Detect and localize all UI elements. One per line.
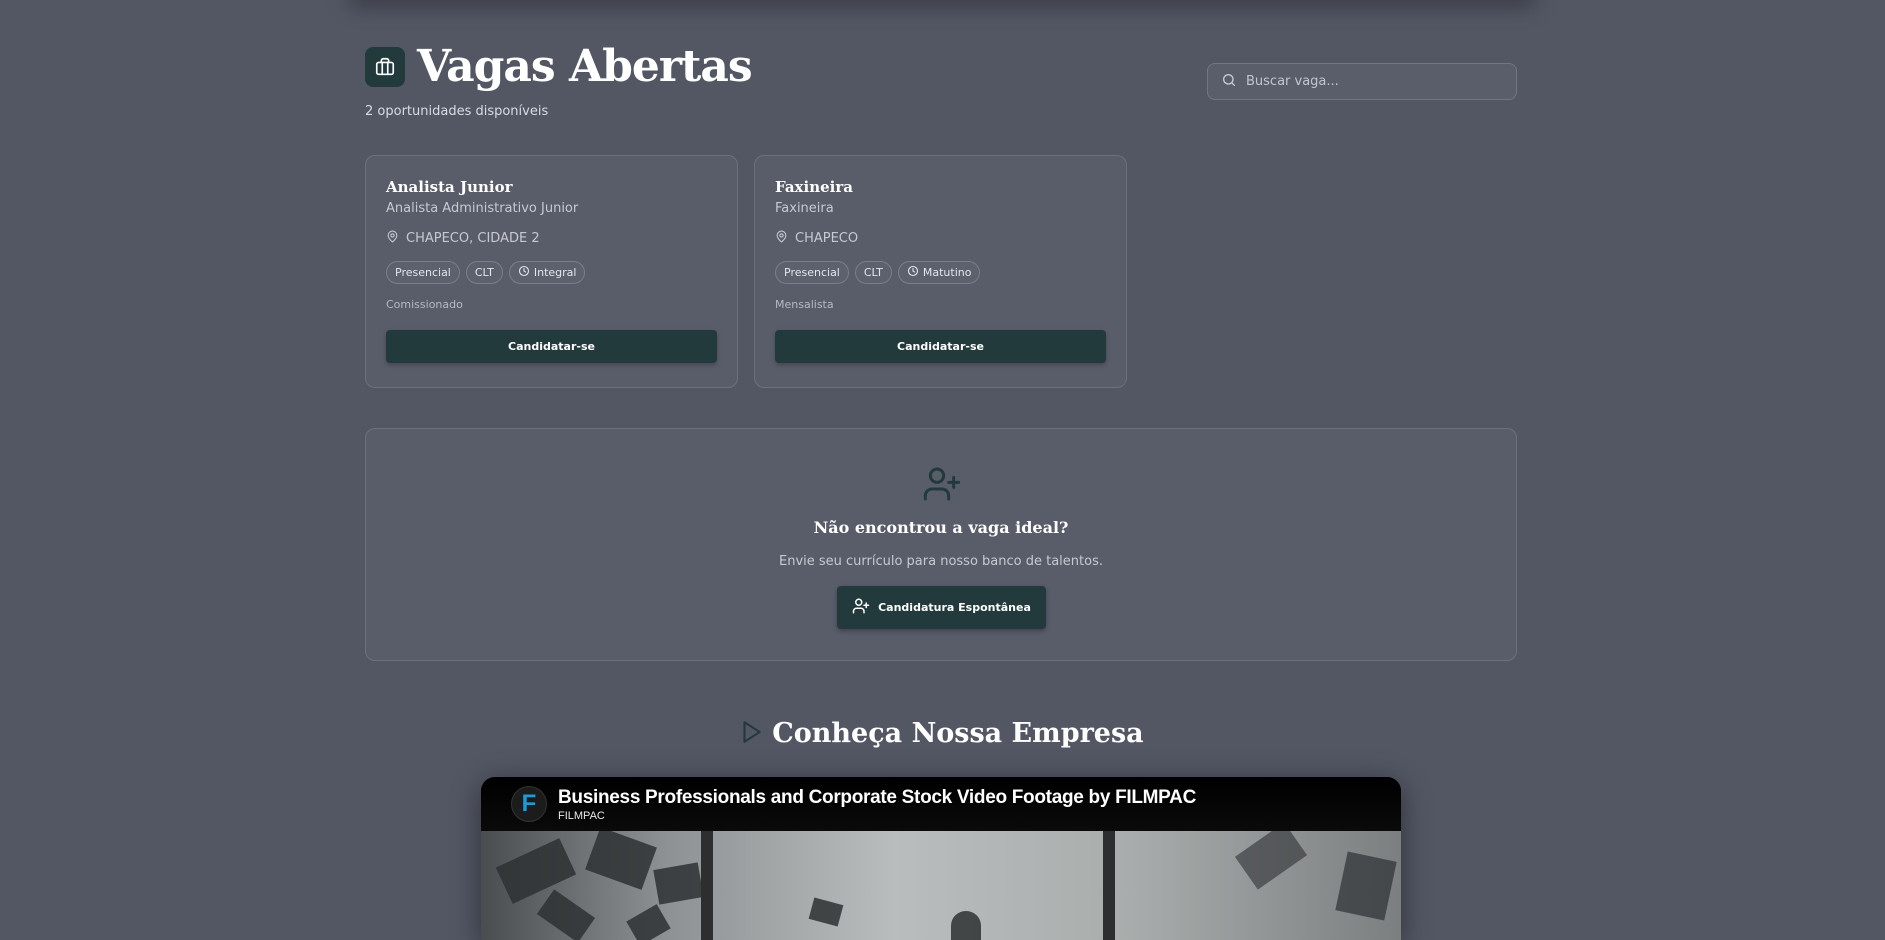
video-channel-name[interactable]: FILMPAC <box>558 810 1196 822</box>
flying-paper <box>495 838 577 904</box>
tag-work-mode: Presencial <box>386 261 460 284</box>
job-title: Analista Junior <box>386 178 513 196</box>
flying-paper <box>1335 851 1397 921</box>
job-title: Faxineira <box>775 178 853 196</box>
tag-work-mode: Presencial <box>775 261 849 284</box>
channel-avatar[interactable]: F <box>511 786 547 822</box>
opportunities-count: 2 oportunidades disponíveis <box>365 104 549 119</box>
search-input[interactable] <box>1246 74 1496 89</box>
tag-shift: Integral <box>508 261 586 284</box>
window-frame <box>701 831 713 940</box>
map-pin-icon <box>386 230 406 247</box>
play-icon <box>738 719 764 749</box>
job-card: Faxineira Faxineira CHAPECO Presencial C… <box>754 155 1127 388</box>
flying-paper <box>626 904 671 940</box>
clock-icon <box>907 265 923 280</box>
user-plus-icon <box>922 464 962 508</box>
video-info: Business Professionals and Corporate Sto… <box>558 787 1196 822</box>
clock-icon <box>518 265 534 280</box>
search-box[interactable] <box>1207 63 1517 100</box>
job-pay-type: Comissionado <box>386 298 463 311</box>
job-role: Faxineira <box>775 201 834 216</box>
flying-paper <box>536 889 596 940</box>
title-row: Vagas Abertas <box>365 41 753 92</box>
tag-shift-label: Matutino <box>922 266 972 279</box>
job-location-text: CHAPECO, CIDADE 2 <box>406 231 540 246</box>
job-location: CHAPECO, CIDADE 2 <box>386 230 717 247</box>
spontaneous-button-label: Candidatura Espontânea <box>878 601 1031 614</box>
company-video-player[interactable]: F Business Professionals and Corporate S… <box>481 777 1401 940</box>
video-title[interactable]: Business Professionals and Corporate Sto… <box>558 787 1196 809</box>
job-card: Analista Junior Analista Administrativo … <box>365 155 738 388</box>
map-pin-icon <box>775 230 795 247</box>
video-thumbnail <box>481 822 1401 940</box>
spontaneous-application-panel: Não encontrou a vaga ideal? Envie seu cu… <box>365 428 1517 661</box>
company-section-heading: Conheça Nossa Empresa <box>365 718 1517 749</box>
job-role: Analista Administrativo Junior <box>386 201 579 216</box>
video-title-bar: F Business Professionals and Corporate S… <box>481 777 1401 831</box>
page-header: Vagas Abertas 2 oportunidades disponívei… <box>365 44 1517 124</box>
person-silhouette <box>951 911 981 940</box>
flying-paper <box>1234 822 1308 890</box>
flying-paper <box>808 897 844 927</box>
tag-shift: Matutino <box>897 261 981 284</box>
company-section-title: Conheça Nossa Empresa <box>772 718 1144 749</box>
tag-contract: CLT <box>854 261 892 284</box>
briefcase-icon <box>365 47 405 87</box>
job-tags: Presencial CLT Integral <box>386 261 717 284</box>
tag-shift-label: Integral <box>533 266 577 279</box>
job-location-text: CHAPECO <box>795 231 859 246</box>
flying-paper <box>653 862 704 905</box>
spontaneous-description: Envie seu currículo para nosso banco de … <box>778 554 1103 569</box>
job-location: CHAPECO <box>775 230 1106 247</box>
spontaneous-title: Não encontrou a vaga ideal? <box>813 518 1069 537</box>
apply-button[interactable]: Candidatar-se <box>386 330 717 363</box>
job-tags: Presencial CLT Matutino <box>775 261 1106 284</box>
user-plus-icon <box>852 597 870 618</box>
apply-button[interactable]: Candidatar-se <box>775 330 1106 363</box>
tag-contract: CLT <box>465 261 503 284</box>
flying-paper <box>585 827 657 890</box>
job-pay-type: Mensalista <box>775 298 834 311</box>
window-frame <box>1103 831 1115 940</box>
spontaneous-application-button[interactable]: Candidatura Espontânea <box>837 586 1046 629</box>
search-icon <box>1221 72 1237 92</box>
job-list: Analista Junior Analista Administrativo … <box>365 155 1127 388</box>
page-title: Vagas Abertas <box>417 41 753 92</box>
